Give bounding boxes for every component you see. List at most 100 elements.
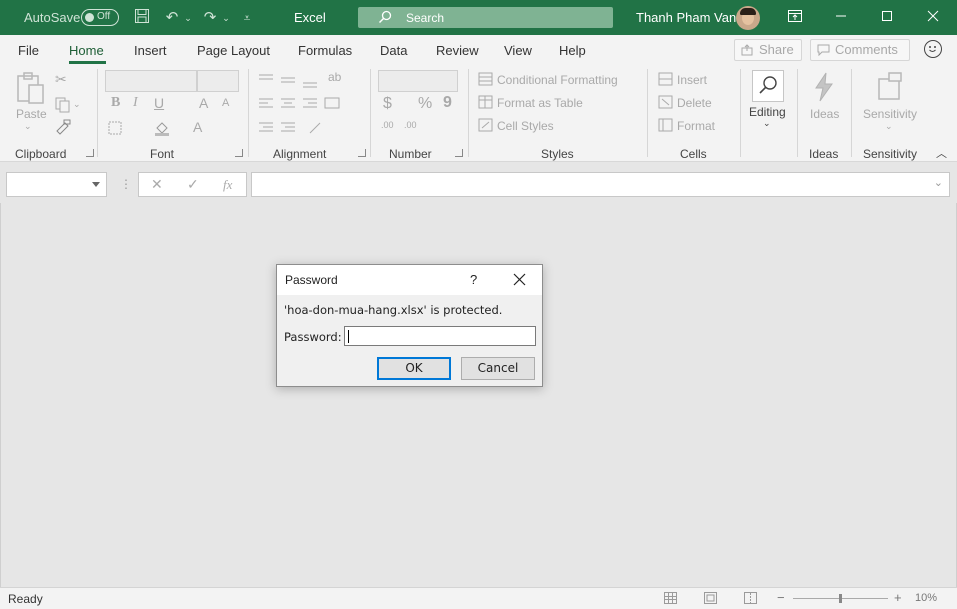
editing-dropdown-icon[interactable]: ⌄ [763,118,771,129]
redo-dropdown-icon[interactable]: ⌄ [216,8,236,28]
tab-help[interactable]: Help [559,43,586,58]
delete-cells-button[interactable]: Delete [677,96,712,110]
enter-entry-icon[interactable]: ✓ [187,176,199,193]
expand-formula-bar-icon[interactable]: ⌄ [934,176,943,189]
tab-insert[interactable]: Insert [134,43,167,58]
zoom-slider-thumb[interactable] [839,594,842,603]
bold-button[interactable]: B [111,95,120,111]
password-field[interactable] [344,326,536,346]
search-box[interactable]: Search [358,7,613,28]
comments-button[interactable]: Comments [810,39,910,61]
group-divider [797,69,798,157]
alignment-launcher-icon[interactable] [358,149,366,157]
maximize-button[interactable] [864,0,910,35]
number-launcher-icon[interactable] [455,149,463,157]
number-format-select[interactable] [378,70,458,92]
chevron-down-icon[interactable] [92,182,100,187]
cut-icon[interactable]: ✂ [55,71,67,88]
paste-icon[interactable] [16,71,46,105]
decrease-decimal-button[interactable]: .00 [404,120,417,130]
font-launcher-icon[interactable] [235,149,243,157]
user-name[interactable]: Thanh Pham Van [636,10,736,25]
customize-toolbar-icon[interactable]: ⩡ [237,8,257,28]
grow-font-button[interactable]: A [199,95,208,111]
borders-icon[interactable] [108,121,122,135]
percent-button[interactable]: % [418,95,432,113]
ribbon-display-options-button[interactable] [772,0,818,35]
underline-button[interactable]: U [154,95,164,111]
editing-label[interactable]: Editing [749,105,786,119]
tab-home[interactable]: Home [69,43,104,58]
zoom-out-icon[interactable]: − [777,590,785,605]
tab-formulas[interactable]: Formulas [298,43,352,58]
page-layout-view-icon[interactable] [704,592,717,604]
lightning-icon[interactable] [812,71,836,103]
sensitivity-icon[interactable] [875,71,905,103]
collapse-ribbon-icon[interactable]: ︿ [936,145,947,161]
autosave-toggle[interactable]: Off [81,9,119,26]
copy-icon[interactable] [55,97,71,113]
search-icon [378,10,392,24]
avatar[interactable] [736,6,760,30]
cancel-entry-icon[interactable]: ✕ [151,176,163,193]
shrink-font-button[interactable]: A [222,97,229,109]
format-cells-button[interactable]: Format [677,119,715,133]
tab-view[interactable]: View [504,43,532,58]
horizontal-align-icons[interactable] [258,97,348,111]
tab-file[interactable]: File [18,43,39,58]
close-window-button[interactable] [910,0,956,35]
save-icon[interactable] [132,8,152,28]
normal-view-icon[interactable] [664,592,677,604]
cell-styles-button[interactable]: Cell Styles [497,119,554,133]
clipboard-launcher-icon[interactable] [86,149,94,157]
italic-button[interactable]: I [133,95,138,111]
ideas-label[interactable]: Ideas [810,107,839,121]
name-box[interactable] [6,172,107,197]
sensitivity-label[interactable]: Sensitivity [863,107,917,121]
formula-bar-grip-icon[interactable]: ⋮ [120,177,132,191]
copy-dropdown-icon[interactable]: ⌄ [73,99,81,110]
share-icon [741,44,753,56]
ideas-group-label: Ideas [809,147,839,161]
vertical-align-icons[interactable] [258,73,328,89]
undo-dropdown-icon[interactable]: ⌄ [178,8,198,28]
font-color-button[interactable]: A [193,119,202,135]
format-painter-icon[interactable] [55,119,71,135]
zoom-in-icon[interactable]: + [894,590,902,605]
conditional-formatting-button[interactable]: Conditional Formatting [497,73,618,87]
workbook-area [0,203,957,587]
increase-decimal-button[interactable]: .00 [381,120,394,130]
dialog-title-bar: Password ? [277,265,542,295]
formula-input[interactable]: ⌄ [251,172,950,197]
ribbon-tabs: File Home Insert Page Layout Formulas Da… [0,35,957,65]
page-break-view-icon[interactable] [744,592,757,604]
insert-function-button[interactable]: fx [223,177,232,193]
help-button[interactable]: ? [470,272,477,287]
ok-button[interactable]: OK [377,357,451,380]
styles-group-label: Styles [541,147,574,161]
share-button[interactable]: Share [734,39,802,61]
format-as-table-button[interactable]: Format as Table [497,96,583,110]
minimize-button[interactable] [818,0,864,35]
sensitivity-dropdown-icon[interactable]: ⌄ [885,121,893,132]
font-size-select[interactable] [197,70,239,92]
group-divider [851,69,852,157]
comma-style-button[interactable]: 9 [443,94,452,112]
paste-dropdown-icon[interactable]: ⌄ [24,121,32,132]
insert-cells-button[interactable]: Insert [677,73,707,87]
feedback-smiley-icon[interactable] [924,40,942,58]
indent-icons[interactable] [258,121,338,135]
orientation-icon[interactable]: ab [328,70,341,84]
currency-button[interactable]: $ [383,95,392,113]
fill-color-icon[interactable] [154,120,170,136]
editing-button[interactable] [752,70,784,102]
cancel-button[interactable]: Cancel [461,357,535,380]
close-icon[interactable] [513,273,526,286]
tab-data[interactable]: Data [380,43,407,58]
font-name-select[interactable] [105,70,197,92]
tab-page-layout[interactable]: Page Layout [197,43,270,58]
tab-review[interactable]: Review [436,43,479,58]
paste-label[interactable]: Paste [16,107,47,121]
zoom-level[interactable]: 10% [915,592,937,604]
group-divider [647,69,648,157]
